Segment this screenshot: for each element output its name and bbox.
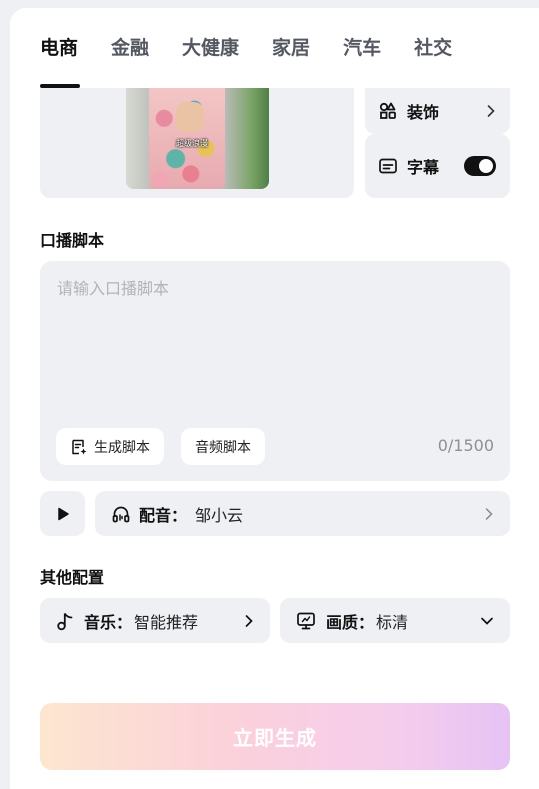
- chevron-right-icon: [486, 104, 496, 118]
- subtitle-label: 字幕: [407, 158, 440, 177]
- category-tabs: 电商 金融 大健康 家居 汽车 社交: [40, 32, 485, 92]
- other-config-title: 其他配置: [40, 568, 105, 587]
- music-value: 智能推荐: [134, 612, 199, 632]
- tab-home[interactable]: 家居: [272, 32, 310, 88]
- voice-key: 配音：: [139, 505, 188, 525]
- character-counter: 0/1500: [437, 436, 494, 455]
- generate-now-button[interactable]: 立即生成: [40, 703, 510, 770]
- quality-key: 画质：: [326, 612, 375, 632]
- script-placeholder: 请输入口播脚本: [57, 279, 170, 298]
- decoration-option[interactable]: 装饰: [365, 88, 510, 134]
- quality-selector[interactable]: 画质： 标清: [280, 598, 510, 643]
- voice-selector[interactable]: 配音： 邹小云: [95, 491, 510, 536]
- preview-thumbnail[interactable]: 超级浪漫: [126, 88, 269, 189]
- tab-ecommerce[interactable]: 电商: [40, 32, 81, 88]
- headphones-icon: [111, 504, 131, 524]
- music-key: 音乐：: [84, 612, 133, 632]
- play-voice-button[interactable]: [40, 491, 85, 536]
- decoration-icon: [379, 102, 397, 120]
- music-note-icon: [56, 611, 74, 631]
- quality-value: 标清: [376, 612, 409, 632]
- chevron-down-icon: [480, 616, 494, 626]
- preview-hands: [176, 102, 204, 132]
- play-icon: [57, 507, 69, 521]
- script-section-title: 口播脚本: [40, 231, 105, 250]
- music-selector[interactable]: 音乐： 智能推荐: [40, 598, 270, 643]
- chevron-right-icon: [484, 507, 494, 521]
- audio-script-button[interactable]: 音频脚本: [181, 428, 265, 465]
- tab-social[interactable]: 社交: [414, 32, 452, 88]
- ai-script-icon: [70, 438, 88, 456]
- subtitle-toggle[interactable]: [464, 156, 496, 176]
- video-preview-card: 超级浪漫: [40, 88, 354, 198]
- audio-script-label: 音频脚本: [195, 439, 251, 456]
- editor-panel: 电商 金融 大健康 家居 汽车 社交 超级浪漫 装饰 字幕 口播脚本 请输入口播…: [10, 8, 539, 789]
- generate-script-button[interactable]: 生成脚本: [56, 428, 164, 465]
- decoration-label: 装饰: [407, 103, 440, 122]
- script-input[interactable]: 请输入口播脚本 生成脚本 音频脚本 0/1500: [40, 261, 510, 481]
- quality-monitor-icon: [296, 612, 316, 630]
- tab-health[interactable]: 大健康: [182, 32, 239, 88]
- subtitle-icon: [379, 158, 397, 174]
- generate-script-label: 生成脚本: [94, 439, 150, 456]
- chevron-right-icon: [244, 614, 254, 628]
- preview-subtitle-text: 超级浪漫: [176, 139, 208, 148]
- voice-value: 邹小云: [195, 505, 244, 525]
- subtitle-option: 字幕: [365, 134, 510, 198]
- tab-auto[interactable]: 汽车: [343, 32, 381, 88]
- tab-finance[interactable]: 金融: [111, 32, 149, 88]
